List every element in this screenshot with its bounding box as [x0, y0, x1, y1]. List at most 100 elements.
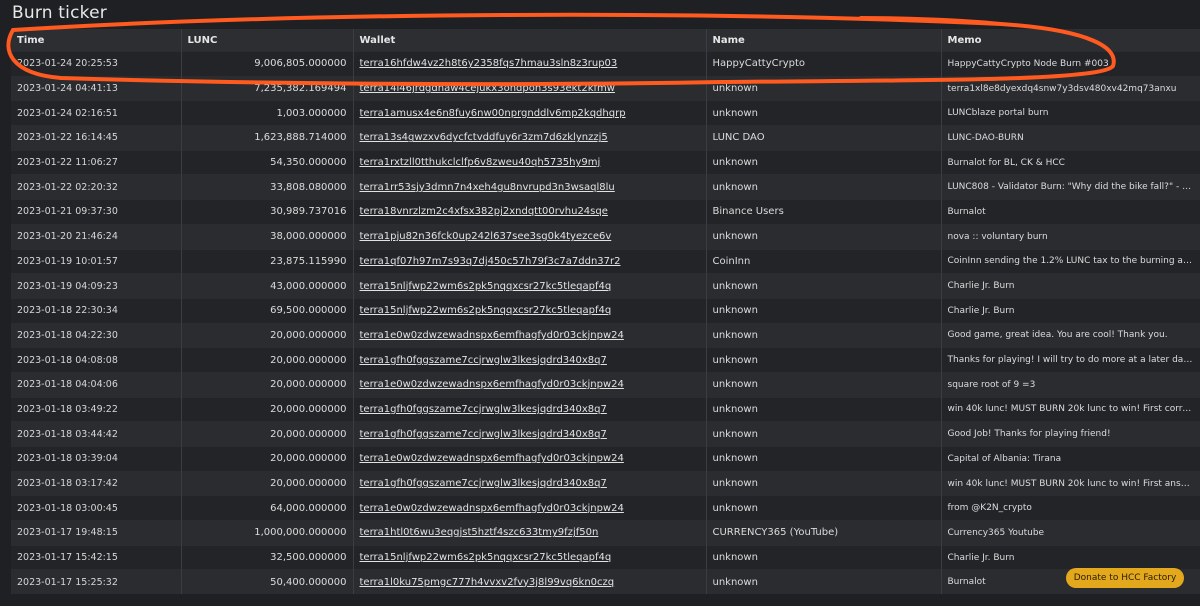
wallet-link[interactable]: terra1gfh0fggszame7ccjrwglw3lkesjqdrd340… — [360, 478, 607, 489]
cell-lunc: 20,000.000000 — [181, 470, 354, 496]
cell-lunc: 32,500.000000 — [181, 544, 354, 570]
cell-memo: Good game, great idea. You are cool! Tha… — [941, 322, 1200, 348]
cell-time: 2023-01-19 04:09:23 — [11, 273, 182, 299]
cell-memo: Charlie Jr. Burn — [941, 273, 1200, 299]
cell-lunc: 1,000,000.000000 — [181, 520, 354, 546]
cell-memo: win 40k lunc! MUST BURN 20k lunc to win!… — [941, 396, 1200, 422]
cell-name: unknown — [706, 371, 942, 398]
cell-time: 2023-01-17 15:42:15 — [11, 544, 182, 570]
wallet-link[interactable]: terra15nljfwp22wm6s2pk5nqqxcsr27kc5tleqa… — [360, 281, 612, 292]
wallet-link[interactable]: terra1e0w0zdwzewadnspx6emfhagfyd0r03ckjn… — [360, 453, 624, 464]
cell-name: unknown — [706, 544, 942, 570]
cell-lunc: 9,006,805.000000 — [181, 51, 354, 77]
wallet-link[interactable]: terra1gfh0fggszame7ccjrwglw3lkesjqdrd340… — [360, 404, 607, 415]
cell-lunc: 20,000.000000 — [181, 446, 354, 472]
cell-name: unknown — [706, 396, 942, 422]
wallet-link[interactable]: terra1e0w0zdwzewadnspx6emfhagfyd0r03ckjn… — [360, 379, 624, 390]
table-row: 2023-01-17 15:25:32 50,400.000000 terra1l0… — [11, 569, 1200, 595]
wallet-link[interactable]: terra18vnrzlzm2c4xfsx382pj2xndqtt00rvhu2… — [360, 206, 608, 217]
cell-wallet: terra1rr53sjy3dmn7n4xeh4gu8nvrupd3n3wsaq… — [353, 174, 707, 200]
cell-lunc: 30,989.737016 — [181, 199, 354, 225]
cell-lunc: 7,235,382.169494 — [181, 75, 354, 101]
cell-time: 2023-01-22 11:06:27 — [11, 149, 182, 175]
cell-wallet: terra1gfh0fggszame7ccjrwglw3lkesjqdrd340… — [353, 470, 707, 496]
wallet-link[interactable]: terra1e0w0zdwzewadnspx6emfhagfyd0r03ckjn… — [360, 330, 624, 341]
column-header-name[interactable]: Name — [706, 29, 942, 52]
cell-memo: Thanks for playing! I will try to do mor… — [941, 347, 1200, 373]
wallet-link[interactable]: terra15nljfwp22wm6s2pk5nqqxcsr27kc5tleqa… — [360, 305, 612, 316]
cell-name: unknown — [706, 495, 942, 521]
cell-name: unknown — [706, 569, 942, 595]
cell-time: 2023-01-18 04:22:30 — [11, 322, 182, 348]
cell-wallet: terra1htl0t6wu3eqgjst5hztf4szc633tmy9fzj… — [353, 520, 707, 546]
cell-wallet: terra1qf07h97m7s93q7dj450c57h79f3c7a7ddn… — [353, 248, 707, 274]
cell-time: 2023-01-19 10:01:57 — [11, 248, 182, 274]
cell-wallet: terra15nljfwp22wm6s2pk5nqqxcsr27kc5tleqa… — [353, 544, 707, 570]
table-row: 2023-01-24 02:16:51 1,003.000000 terra1amu… — [11, 100, 1200, 126]
donate-button[interactable]: Donate to HCC Factory — [1066, 568, 1184, 588]
table-row: 2023-01-24 20:25:53 9,006,805.000000 terra… — [11, 51, 1200, 77]
wallet-link[interactable]: terra1e0w0zdwzewadnspx6emfhagfyd0r03ckjn… — [360, 503, 624, 514]
cell-lunc: 1,003.000000 — [181, 100, 354, 126]
cell-wallet: terra1gfh0fggszame7ccjrwglw3lkesjqdrd340… — [353, 347, 707, 373]
wallet-link[interactable]: terra1gfh0fggszame7ccjrwglw3lkesjqdrd340… — [360, 429, 607, 440]
cell-time: 2023-01-21 09:37:30 — [11, 199, 182, 225]
cell-wallet: terra1e0w0zdwzewadnspx6emfhagfyd0r03ckjn… — [353, 446, 707, 472]
cell-wallet: terra18vnrzlzm2c4xfsx382pj2xndqtt00rvhu2… — [353, 199, 707, 225]
cell-wallet: terra15nljfwp22wm6s2pk5nqqxcsr27kc5tleqa… — [353, 273, 707, 299]
column-header-time[interactable]: Time — [11, 29, 182, 52]
wallet-link[interactable]: terra13s4gwzxv6dycfctvddfuy6r3zm7d6zklyn… — [360, 132, 608, 143]
cell-time: 2023-01-18 03:00:45 — [11, 495, 182, 521]
wallet-link[interactable]: terra1qf07h97m7s93q7dj450c57h79f3c7a7ddn… — [360, 256, 621, 267]
table-row: 2023-01-19 04:09:23 43,000.000000 terra15n… — [11, 273, 1200, 299]
cell-memo: nova :: voluntary burn — [941, 223, 1200, 249]
wallet-link[interactable]: terra1rxtzll0tthukclclfp6v8zweu40qh5735h… — [360, 157, 601, 168]
cell-time: 2023-01-18 04:08:08 — [11, 347, 182, 373]
cell-name: unknown — [706, 273, 942, 299]
table-row: 2023-01-22 16:14:45 1,623,888.714000 terra… — [11, 125, 1200, 151]
cell-wallet: terra14l46jrdgdhaw4cejukx3ohdpon3s93ekt2… — [353, 75, 707, 101]
column-header-memo[interactable]: Memo — [941, 29, 1200, 52]
table-row: 2023-01-18 04:22:30 20,000.000000 terra1e0… — [11, 322, 1200, 348]
wallet-link[interactable]: terra16hfdw4vz2h8t6y2358fqs7hmau3sln8z3r… — [360, 58, 618, 69]
column-header-lunc[interactable]: LUNC — [181, 29, 354, 52]
wallet-link[interactable]: terra14l46jrdgdhaw4cejukx3ohdpon3s93ekt2… — [360, 83, 615, 94]
wallet-link[interactable]: terra1l0ku75pmgc777h4vvxv2fvy3j8l99vq6kn… — [360, 577, 615, 588]
cell-lunc: 33,808.080000 — [181, 174, 354, 200]
table-row: 2023-01-24 04:41:13 7,235,382.169494 terra… — [11, 75, 1200, 101]
cell-time: 2023-01-18 03:49:22 — [11, 396, 182, 422]
cell-lunc: 20,000.000000 — [181, 421, 354, 447]
cell-time: 2023-01-18 03:39:04 — [11, 446, 182, 472]
wallet-link[interactable]: terra1gfh0fggszame7ccjrwglw3lkesjqdrd340… — [360, 355, 607, 366]
table-row: 2023-01-18 03:39:04 20,000.000000 terra1e0… — [11, 446, 1200, 472]
cell-wallet: terra1e0w0zdwzewadnspx6emfhagfyd0r03ckjn… — [353, 371, 707, 398]
table-row: 2023-01-17 19:48:15 1,000,000.000000 terra… — [11, 520, 1200, 546]
table-row: 2023-01-18 04:08:08 20,000.000000 terra1gf… — [11, 347, 1200, 373]
cell-time: 2023-01-18 03:44:42 — [11, 421, 182, 447]
cell-name: HappyCattyCrypto — [706, 51, 942, 77]
cell-name: unknown — [706, 297, 942, 324]
table-row: 2023-01-22 02:20:32 33,808.080000 terra1rr… — [11, 174, 1200, 200]
wallet-link[interactable]: terra15nljfwp22wm6s2pk5nqqxcsr27kc5tleqa… — [360, 552, 612, 563]
cell-time: 2023-01-17 19:48:15 — [11, 520, 182, 546]
cell-name: unknown — [706, 174, 942, 200]
cell-name: LUNC DAO — [706, 125, 942, 151]
wallet-link[interactable]: terra1pju82n36fck0up242l637see3sg0k4tyez… — [360, 231, 612, 242]
cell-name: unknown — [706, 347, 942, 373]
table-header: Time LUNC Wallet Name Memo — [11, 29, 1200, 52]
cell-lunc: 20,000.000000 — [181, 371, 354, 398]
cell-lunc: 20,000.000000 — [181, 322, 354, 348]
cell-lunc: 54,350.000000 — [181, 149, 354, 175]
page-title: Burn ticker — [12, 3, 107, 23]
table-row: 2023-01-20 21:46:24 38,000.000000 terra1pj… — [11, 223, 1200, 249]
wallet-link[interactable]: terra1amusx4e6n8fuy6nw00nprgnddlv6mp2kqd… — [360, 108, 626, 119]
column-header-wallet[interactable]: Wallet — [353, 29, 707, 52]
wallet-link[interactable]: terra1htl0t6wu3eqgjst5hztf4szc633tmy9fzj… — [360, 527, 599, 538]
cell-name: unknown — [706, 322, 942, 348]
cell-time: 2023-01-17 15:25:32 — [11, 569, 182, 595]
cell-name: unknown — [706, 470, 942, 496]
cell-time: 2023-01-20 21:46:24 — [11, 223, 182, 249]
table-row: 2023-01-18 03:44:42 20,000.000000 terra1gf… — [11, 421, 1200, 447]
table-row: 2023-01-18 03:49:22 20,000.000000 terra1gf… — [11, 396, 1200, 422]
wallet-link[interactable]: terra1rr53sjy3dmn7n4xeh4gu8nvrupd3n3wsaq… — [360, 182, 615, 193]
